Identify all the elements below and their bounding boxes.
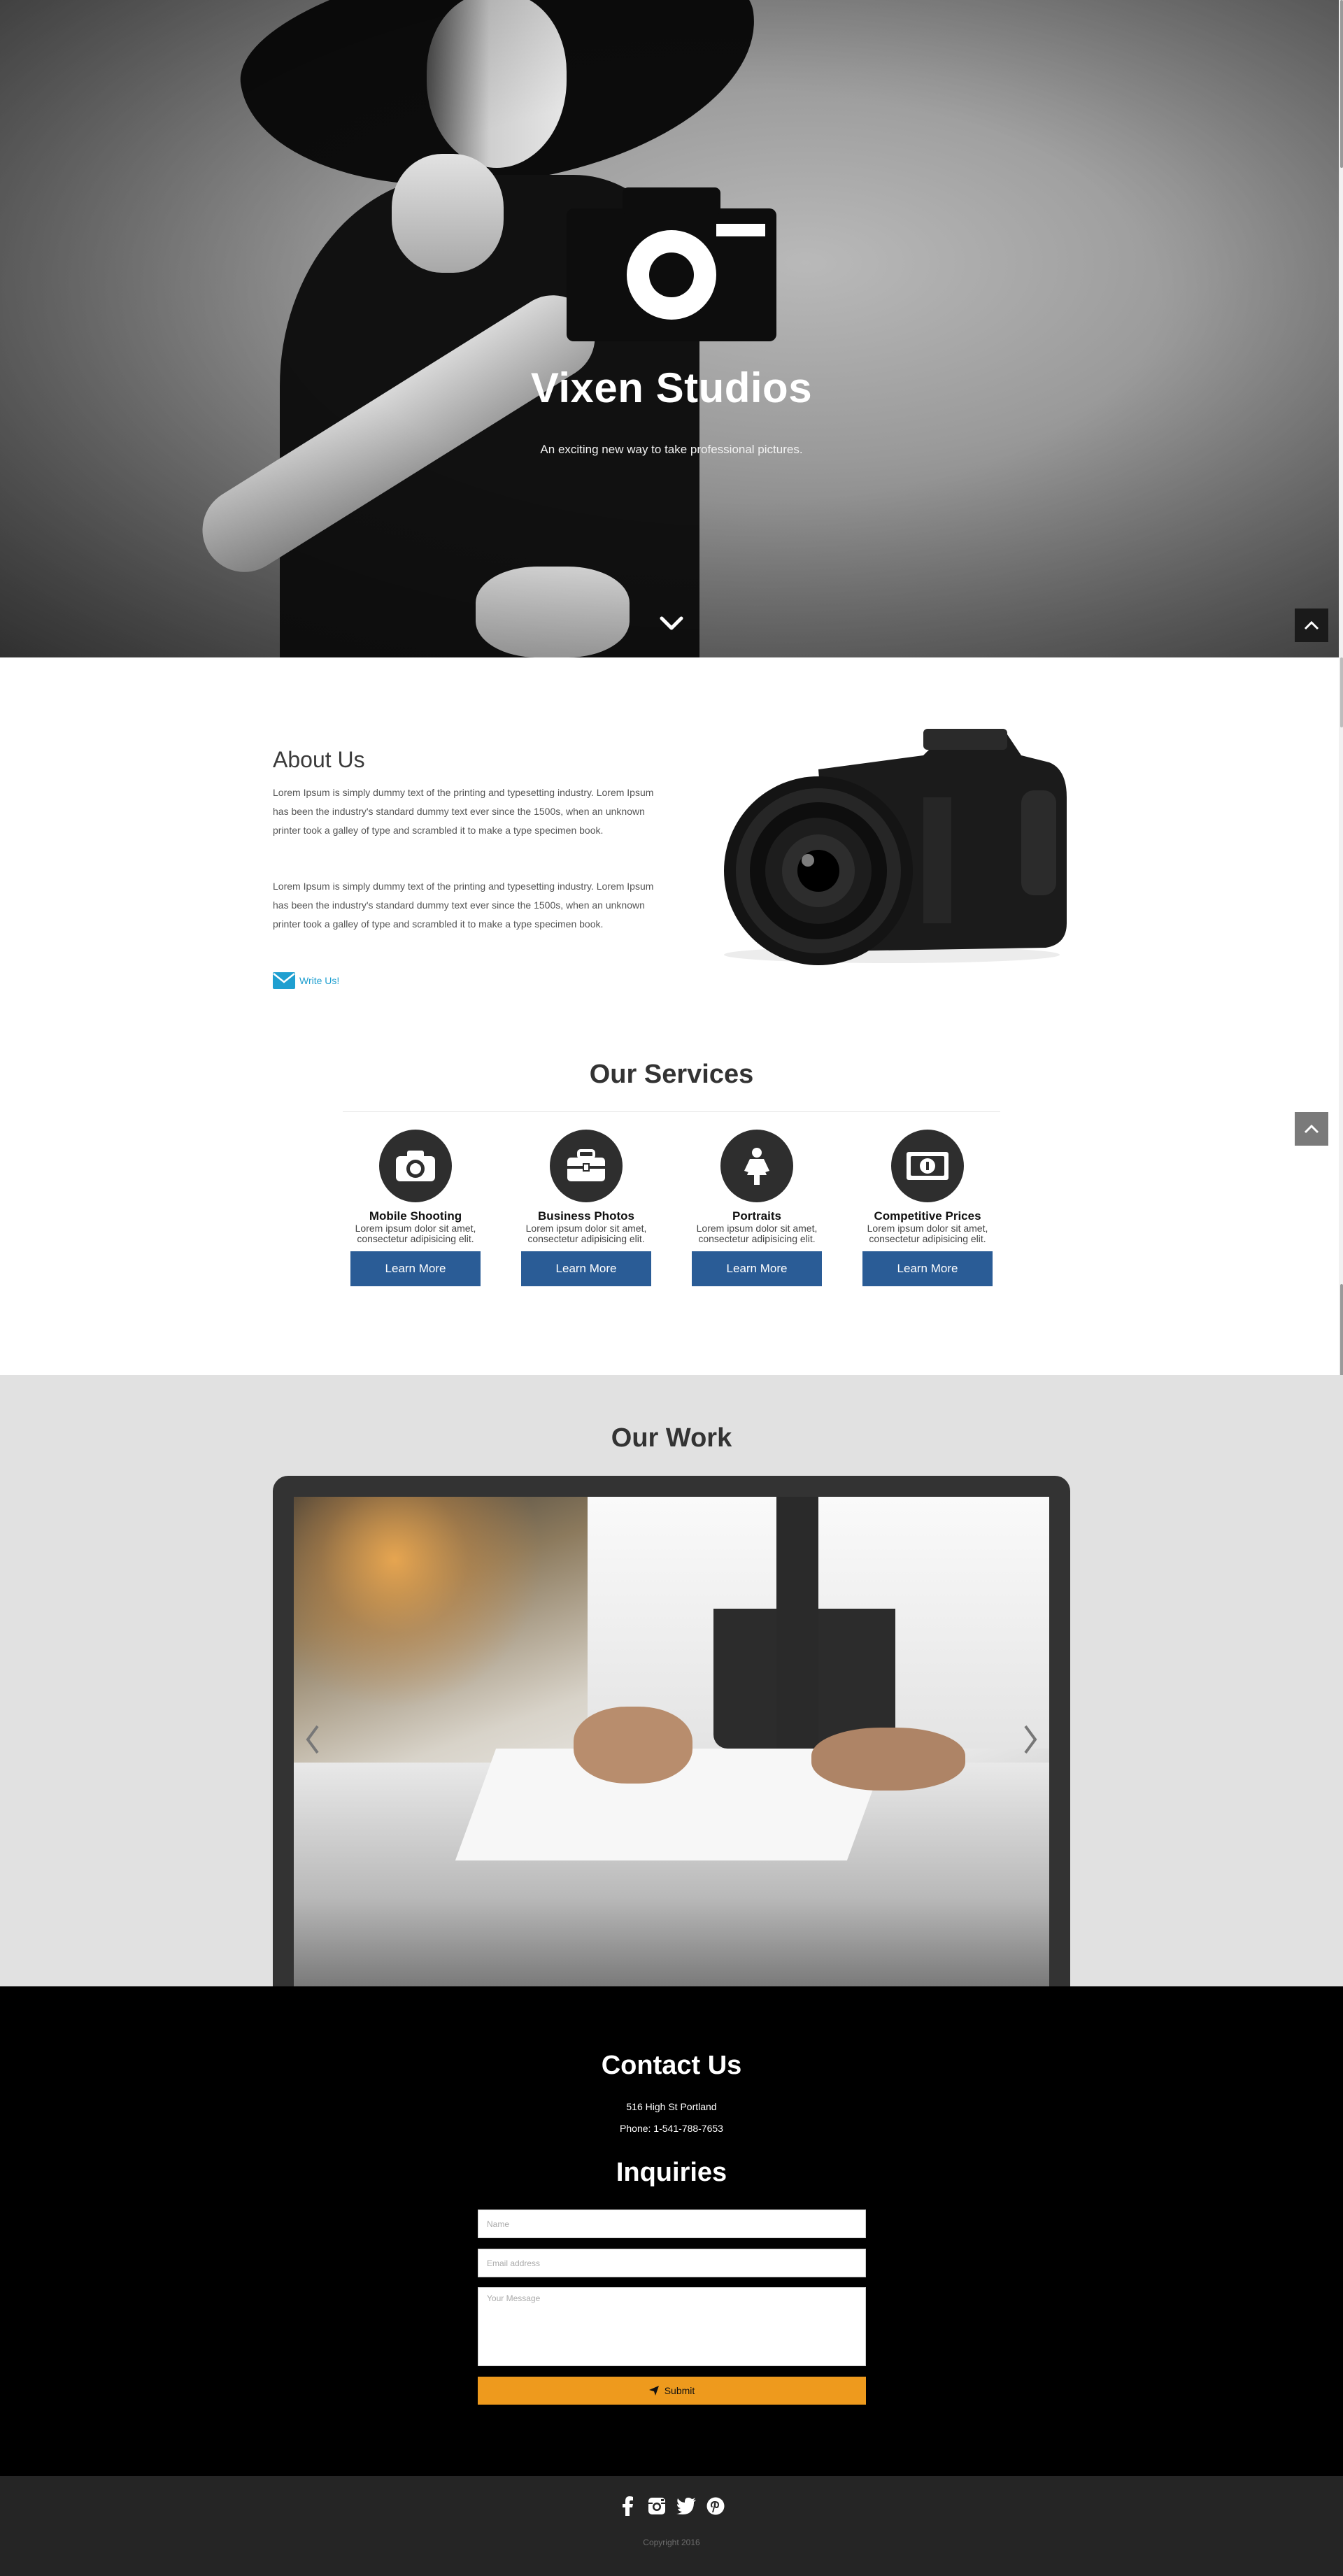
service-description: Lorem ipsum dolor sit amet, consectetur … [696,1223,818,1244]
paper-plane-icon [648,2386,659,2396]
social-links [0,2496,1343,2517]
divider [343,1111,1000,1112]
service-card: Portraits Lorem ipsum dolor sit amet, co… [687,1130,827,1286]
camera-icon [396,1151,435,1181]
hero-subtitle: An exciting new way to take professional… [540,443,803,456]
back-to-top-button[interactable] [1295,1112,1328,1146]
service-description: Lorem ipsum dolor sit amet, consectetur … [867,1223,988,1244]
contact-address: 516 High St Portland [626,2101,717,2112]
about-paragraph: Lorem Ipsum is simply dummy text of the … [273,881,654,930]
contact-title: Contact Us [601,2051,742,2080]
submit-button[interactable]: Submit [478,2377,866,2405]
learn-more-button[interactable]: Learn More [521,1251,651,1286]
work-title: Our Work [611,1423,732,1453]
chevron-down-icon[interactable] [658,613,685,634]
services-title: Our Services [589,1060,754,1089]
service-card: Business Photos Lorem ipsum dolor sit am… [516,1130,656,1286]
inquiries-title: Inquiries [616,2158,727,2187]
service-card: Competitive Prices Lorem ipsum dolor sit… [858,1130,997,1286]
service-name: Portraits [732,1209,781,1223]
chevron-up-icon [1304,1124,1319,1134]
service-name: Business Photos [538,1209,634,1223]
submit-label: Submit [664,2385,695,2396]
learn-more-button[interactable]: Learn More [862,1251,993,1286]
briefcase-icon [567,1149,605,1181]
footer [0,2476,1343,2576]
service-description: Lorem ipsum dolor sit amet, consectetur … [525,1223,647,1244]
back-to-top-button[interactable] [1295,609,1328,642]
copyright-text: Copyright 2016 [643,2538,700,2547]
contact-phone: Phone: 1-541-788-7653 [620,2123,723,2134]
pinterest-icon[interactable] [705,2496,726,2517]
service-name: Competitive Prices [874,1209,981,1223]
portfolio-slide-image [294,1497,1049,1986]
person-icon [744,1148,769,1185]
name-field[interactable] [478,2209,866,2238]
learn-more-button[interactable]: Learn More [350,1251,481,1286]
about-paragraph: Lorem Ipsum is simply dummy text of the … [273,787,654,836]
about-title: About Us [273,747,365,772]
twitter-icon[interactable] [676,2496,697,2517]
service-name: Mobile Shooting [369,1209,462,1223]
money-icon [907,1152,948,1180]
facebook-icon[interactable] [617,2496,638,2517]
message-field[interactable] [478,2287,866,2366]
chevron-left-icon[interactable] [302,1722,323,1757]
hero-title: Vixen Studios [530,364,813,411]
chevron-right-icon[interactable] [1020,1722,1041,1757]
chevron-up-icon [1304,620,1319,630]
envelope-icon [273,972,295,989]
email-field[interactable] [478,2249,866,2277]
instagram-icon[interactable] [646,2496,667,2517]
service-description: Lorem ipsum dolor sit amet, consectetur … [355,1223,476,1244]
write-us-label: Write Us! [299,975,340,986]
dslr-camera-image [724,729,1067,965]
service-card: Mobile Shooting Lorem ipsum dolor sit am… [346,1130,485,1286]
learn-more-button[interactable]: Learn More [692,1251,822,1286]
camera-logo-icon [567,187,776,341]
write-us-link[interactable]: Write Us! [273,972,339,989]
